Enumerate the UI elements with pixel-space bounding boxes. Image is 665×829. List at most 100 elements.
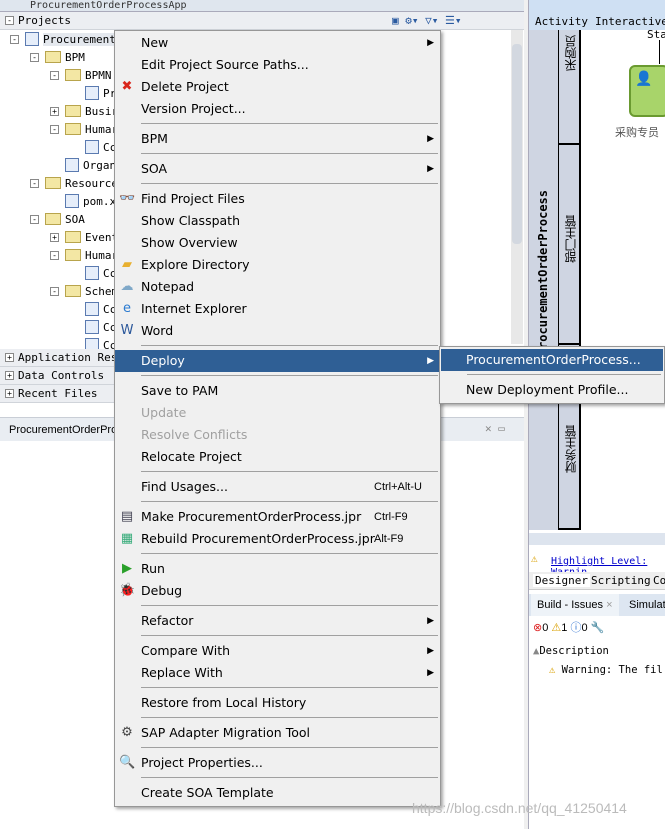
- tree-node[interactable]: - BPMN: [50, 66, 112, 84]
- tree-node[interactable]: - Schem: [50, 282, 118, 300]
- menu-item-run[interactable]: ▶ Run: [115, 558, 440, 580]
- palette-activity[interactable]: Activity: [535, 15, 588, 28]
- tab-simulation[interactable]: Simulati: [629, 599, 665, 611]
- collapse-icon[interactable]: -: [5, 16, 14, 25]
- info-icon[interactable]: ⓘ: [570, 622, 581, 634]
- projects-panel-header[interactable]: - Projects ▣ ⚙▾ ▽▾ ☰▾: [0, 12, 524, 30]
- sequence-flow[interactable]: [659, 40, 660, 64]
- menu-separator: [115, 342, 440, 350]
- collapse-icon[interactable]: -: [50, 250, 59, 260]
- expand-icon[interactable]: +: [5, 371, 14, 380]
- menu-item-new[interactable]: New ▶: [115, 32, 440, 54]
- menu-item-restore-from-local-history[interactable]: Restore from Local History: [115, 692, 440, 714]
- warning-icon[interactable]: ⚠: [551, 622, 561, 634]
- menu-item-notepad[interactable]: ☁ Notepad: [115, 276, 440, 298]
- tree-node[interactable]: Organ: [50, 156, 116, 174]
- submenu-arrow-icon: ▶: [427, 356, 434, 366]
- close-icon[interactable]: ✕ ▭: [485, 422, 505, 435]
- menu-separator: [441, 371, 663, 379]
- collapse-icon[interactable]: -: [50, 286, 59, 296]
- tree-node[interactable]: - Humar: [50, 246, 118, 264]
- menu-item-internet-explorer[interactable]: e Internet Explorer: [115, 298, 440, 320]
- menu-item-resolve-conflicts[interactable]: Resolve Conflicts: [115, 424, 440, 446]
- menu-item-version-project[interactable]: Version Project...: [115, 98, 440, 120]
- menu-item-project-properties[interactable]: 🔍 Project Properties...: [115, 752, 440, 774]
- collapse-icon[interactable]: -: [50, 70, 59, 80]
- expand-icon[interactable]: +: [50, 232, 59, 242]
- lane[interactable]: 部门主管: [559, 145, 581, 345]
- tree-node[interactable]: Pr: [70, 84, 116, 102]
- menu-item-find-project-files[interactable]: 👓 Find Project Files: [115, 188, 440, 210]
- menu-item-show-overview[interactable]: Show Overview: [115, 232, 440, 254]
- tab-other[interactable]: Co: [653, 574, 665, 587]
- wrench-icon[interactable]: 🔧: [591, 622, 605, 634]
- menu-item-show-classpath[interactable]: Show Classpath: [115, 210, 440, 232]
- close-icon[interactable]: ×: [606, 599, 612, 611]
- menu-item-relocate-project[interactable]: Relocate Project: [115, 446, 440, 468]
- menu-item-edit-project-source-paths[interactable]: Edit Project Source Paths...: [115, 54, 440, 76]
- palette-interactive[interactable]: Interactive: [595, 15, 665, 28]
- issues-filter-bar: ⊗0 ⚠1 ⓘ0 🔧: [533, 619, 604, 635]
- tab-scripting[interactable]: Scripting: [591, 574, 651, 587]
- tree-node[interactable]: Cc: [70, 264, 116, 282]
- scrollbar-thumb[interactable]: [512, 44, 522, 244]
- error-icon[interactable]: ⊗: [533, 622, 542, 634]
- tree-node[interactable]: + Event: [50, 228, 118, 246]
- file-icon: [85, 140, 99, 154]
- collapse-icon[interactable]: -: [30, 214, 39, 224]
- menu-item-label: Show Classpath: [141, 213, 241, 228]
- issue-row[interactable]: ⚠ Warning: The fil: [549, 664, 663, 676]
- menu-item-soa[interactable]: SOA ▶: [115, 158, 440, 180]
- menu-item-explore-directory[interactable]: ▰ Explore Directory: [115, 254, 440, 276]
- menu-item-word[interactable]: W Word: [115, 320, 440, 342]
- menu-item-rebuild-procurementorderprocess-jpr[interactable]: ▦ Rebuild ProcurementOrderProcess.jpr Alt-…: [115, 528, 440, 550]
- tree-node[interactable]: Cc: [70, 318, 116, 336]
- tree-node[interactable]: pom.x: [50, 192, 116, 210]
- menu-item-create-soa-template[interactable]: Create SOA Template: [115, 782, 440, 804]
- expand-icon[interactable]: +: [5, 389, 14, 398]
- tree-node-label: SOA: [65, 212, 85, 226]
- separator-line: [141, 183, 438, 184]
- warning-icon: ⚠: [531, 552, 538, 565]
- tab-build-issues[interactable]: Build - Issues ×: [531, 594, 619, 616]
- menu-item-label: New: [141, 35, 169, 50]
- menu-item-procurementorderprocess[interactable]: ProcurementOrderProcess...: [441, 349, 663, 371]
- toolbar-icons[interactable]: ▣ ⚙▾ ▽▾ ☰▾: [392, 14, 461, 27]
- menu-item-delete-project[interactable]: ✖ Delete Project: [115, 76, 440, 98]
- menu-item-refactor[interactable]: Refactor ▶: [115, 610, 440, 632]
- tree-node[interactable]: - BPM: [30, 48, 85, 66]
- tree-node[interactable]: + Busir: [50, 102, 118, 120]
- tree-node[interactable]: - Resource: [30, 174, 118, 192]
- expand-icon[interactable]: +: [50, 106, 59, 116]
- folder-icon: [65, 249, 81, 261]
- lane[interactable]: 采购员: [559, 30, 581, 145]
- collapse-icon[interactable]: -: [10, 34, 19, 44]
- menu-item-new-deployment-profile[interactable]: New Deployment Profile...: [441, 379, 663, 401]
- menu-item-debug[interactable]: 🐞 Debug: [115, 580, 440, 602]
- description-column-header[interactable]: ▲Description: [533, 645, 609, 657]
- tree-node[interactable]: - ProcurementO: [10, 30, 123, 48]
- horizontal-scrollbar[interactable]: [529, 533, 665, 545]
- task-node[interactable]: 👤: [629, 65, 665, 117]
- tree-node[interactable]: - Humar: [50, 120, 118, 138]
- tree-node[interactable]: - SOA: [30, 210, 85, 228]
- tree-node[interactable]: Cc: [70, 300, 116, 318]
- collapse-icon[interactable]: -: [50, 124, 59, 134]
- bpmn-designer: Activity Interactive ProcurementOrderPro…: [528, 0, 665, 829]
- menu-item-sap-adapter-migration-tool[interactable]: ⚙ SAP Adapter Migration Tool: [115, 722, 440, 744]
- menu-item-find-usages[interactable]: Find Usages... Ctrl+Alt-U: [115, 476, 440, 498]
- expand-icon[interactable]: +: [5, 353, 14, 362]
- tree-node[interactable]: Cc: [70, 138, 116, 156]
- menu-item-replace-with[interactable]: Replace With ▶: [115, 662, 440, 684]
- tree-scrollbar[interactable]: [511, 30, 523, 344]
- menu-item-update[interactable]: Update: [115, 402, 440, 424]
- menu-item-deploy[interactable]: Deploy ▶: [115, 350, 440, 372]
- menu-item-save-to-pam[interactable]: Save to PAM: [115, 380, 440, 402]
- collapse-icon[interactable]: -: [30, 52, 39, 62]
- menu-item-bpm[interactable]: BPM ▶: [115, 128, 440, 150]
- menu-item-make-procurementorderprocess-jpr[interactable]: ▤ Make ProcurementOrderProcess.jpr Ctrl-F9: [115, 506, 440, 528]
- tab-designer[interactable]: Designer: [533, 574, 590, 587]
- menu-item-compare-with[interactable]: Compare With ▶: [115, 640, 440, 662]
- collapse-icon[interactable]: -: [30, 178, 39, 188]
- menu-separator: [115, 774, 440, 782]
